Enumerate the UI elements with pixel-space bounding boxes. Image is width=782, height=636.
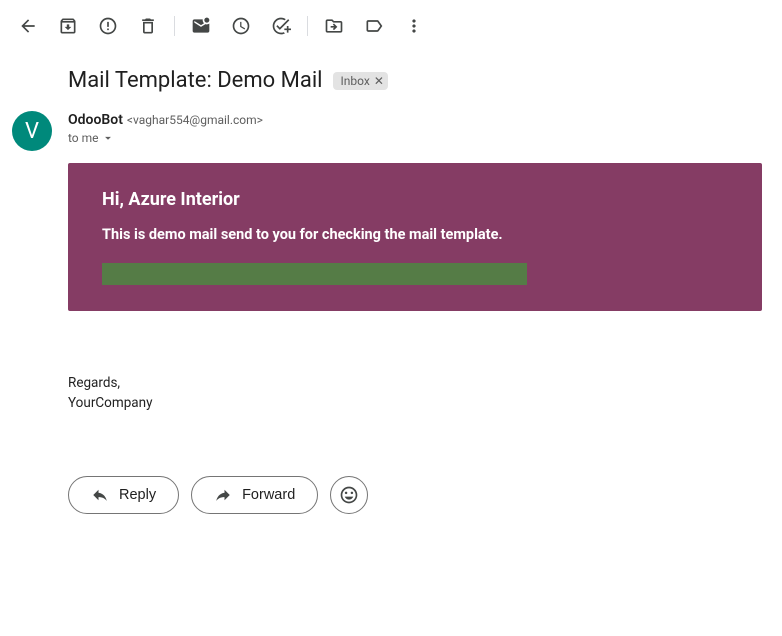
card-greeting: Hi, Azure Interior [102,189,728,210]
mail-card: Hi, Azure Interior This is demo mail sen… [68,163,762,311]
reply-icon [91,486,109,504]
forward-button[interactable]: Forward [191,476,318,514]
trash-icon [138,16,158,36]
add-task-button[interactable] [261,6,301,46]
sender-email: <vaghar554@gmail.com> [127,113,263,127]
label-icon [364,16,384,36]
label-name: Inbox [341,74,370,88]
email-body: Hi, Azure Interior This is demo mail sen… [68,163,762,414]
recipient-dropdown[interactable]: to me [68,131,772,145]
green-bar [102,263,527,285]
spam-icon [98,16,118,36]
sender-meta: OdooBot <vaghar554@gmail.com> to me [68,111,772,145]
label-chip[interactable]: Inbox ✕ [333,72,388,90]
signature-regards: Regards, [68,373,762,393]
remove-label-icon[interactable]: ✕ [374,75,384,87]
labels-button[interactable] [354,6,394,46]
subject-row: Mail Template: Demo Mail Inbox ✕ [68,68,772,93]
delete-button[interactable] [128,6,168,46]
more-button[interactable] [394,6,434,46]
reply-button[interactable]: Reply [68,476,179,514]
sender-line: OdooBot <vaghar554@gmail.com> [68,112,772,128]
recipient-text: to me [68,131,99,145]
spam-button[interactable] [88,6,128,46]
chevron-down-icon [101,131,115,145]
divider [307,16,308,36]
emoji-icon [339,485,359,505]
signature-company: YourCompany [68,393,762,413]
message-content: Mail Template: Demo Mail Inbox ✕ V OdooB… [0,68,782,514]
mail-unread-icon [191,16,211,36]
action-buttons: Reply Forward [68,476,772,514]
archive-icon [58,16,78,36]
folder-move-icon [324,16,344,36]
react-button[interactable] [330,476,368,514]
mark-unread-button[interactable] [181,6,221,46]
sender-row: V OdooBot <vaghar554@gmail.com> to me [12,111,772,151]
subject: Mail Template: Demo Mail [68,68,323,93]
sender-name[interactable]: OdooBot [68,112,123,128]
divider [174,16,175,36]
forward-icon [214,486,232,504]
snooze-button[interactable] [221,6,261,46]
forward-label: Forward [242,487,295,503]
more-vert-icon [404,16,424,36]
clock-icon [231,16,251,36]
card-message: This is demo mail send to you for checki… [102,226,728,243]
archive-button[interactable] [48,6,88,46]
signature: Regards, YourCompany [68,373,762,414]
reply-label: Reply [119,487,156,503]
toolbar [0,0,782,52]
avatar[interactable]: V [12,111,52,151]
arrow-back-icon [18,16,38,36]
task-icon [271,16,291,36]
move-to-button[interactable] [314,6,354,46]
back-button[interactable] [8,6,48,46]
